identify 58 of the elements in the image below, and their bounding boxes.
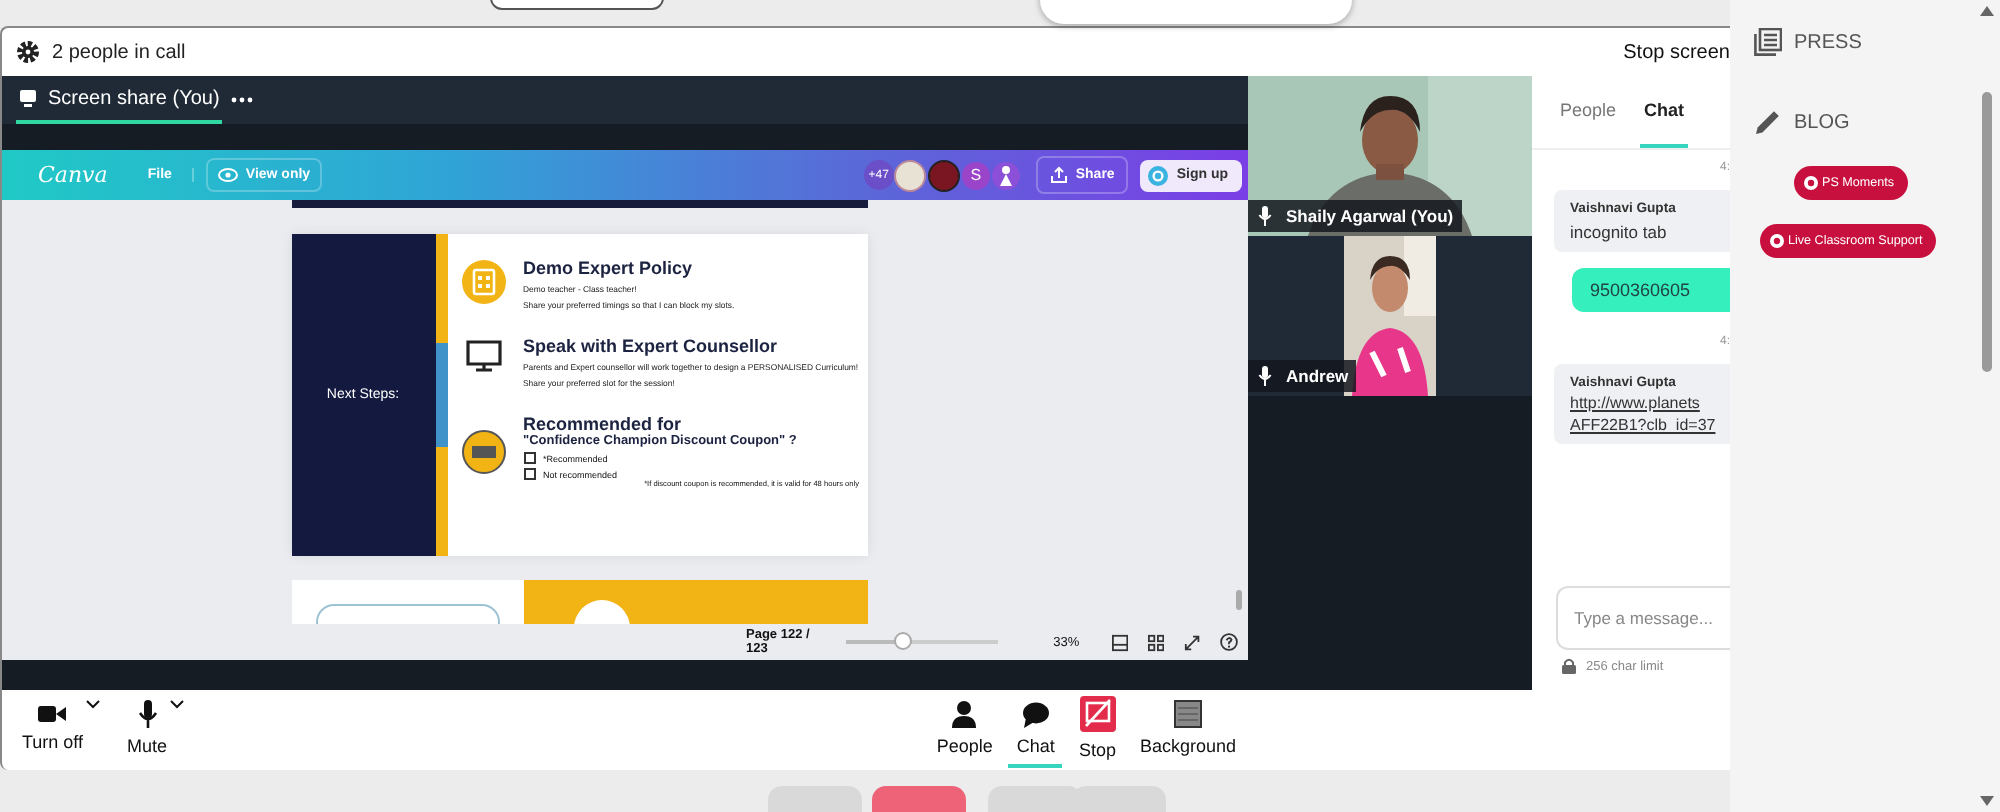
camera-icon [38,704,67,724]
scrollbar[interactable] [1236,590,1242,610]
share-icon [1049,166,1068,184]
calendar-icon [461,260,505,304]
message-text: incognito tab [1570,222,1669,242]
mic-icon [1258,366,1272,386]
help-icon[interactable] [1220,632,1239,652]
chat-icon [1021,701,1050,727]
mute-button[interactable]: Mute [127,692,168,768]
message-link[interactable]: http://www.planets [1570,394,1730,412]
people-button[interactable]: People [928,692,1001,768]
message-text: 9500360605 [1590,280,1691,300]
ticket-icon [461,430,505,474]
avatar[interactable] [893,159,926,191]
slide-heading: Recommended for [523,414,684,434]
screen-icon [18,88,38,108]
stop-button[interactable]: Stop [1070,692,1124,768]
scroll-up-icon[interactable] [1980,6,1994,16]
avatar[interactable] [927,159,960,191]
chat-button[interactable]: Chat [1008,692,1063,768]
pencil-icon [1754,108,1782,136]
lock-icon [1562,658,1576,674]
canva-icon [1148,165,1169,185]
person-icon [952,700,977,728]
message-link[interactable]: AFF22B1?clb_id=37 [1570,416,1730,434]
grid-icon[interactable] [1147,633,1164,651]
slide-heading: Speak with Expert Counsellor [523,336,780,356]
caret-icon[interactable] [85,700,100,710]
call-title: 2 people in call [52,41,186,63]
record-icon [1770,234,1784,248]
screen-share-tab[interactable]: Screen share (You) [16,76,222,124]
stop-screen-button[interactable]: Stop screen [1623,41,1730,63]
scroll-down-icon[interactable] [1980,796,1994,806]
scrollbar[interactable] [1978,6,1996,806]
mic-icon [137,700,158,728]
blog-link[interactable]: BLOG [1754,106,1850,138]
eye-icon [217,168,238,182]
background-icon [1173,700,1202,728]
newspaper-icon [1754,28,1782,56]
chat-panel-tab[interactable]: People [1556,76,1621,148]
message-input[interactable]: Type a message... [1556,586,1730,650]
slide-heading: Demo Expert Policy [523,258,695,278]
notes-icon[interactable] [1111,633,1128,651]
checkbox[interactable] [523,452,535,464]
press-link[interactable]: PRESS [1754,26,1862,58]
chat-panel-tab[interactable]: Chat [1640,76,1689,148]
settings-icon[interactable] [16,40,40,64]
stop-share-icon [1079,696,1116,732]
avatar[interactable]: S [961,161,990,189]
more-icon[interactable] [229,96,254,104]
camera-button[interactable]: Turn off [22,692,84,768]
participant-name: Andrew [1248,360,1357,392]
background-button[interactable]: Background [1131,692,1244,768]
expand-icon[interactable] [1183,633,1201,651]
record-icon [1804,176,1818,190]
avatar[interactable] [991,161,1020,189]
checkbox[interactable] [523,468,535,480]
caret-icon[interactable] [169,700,184,710]
